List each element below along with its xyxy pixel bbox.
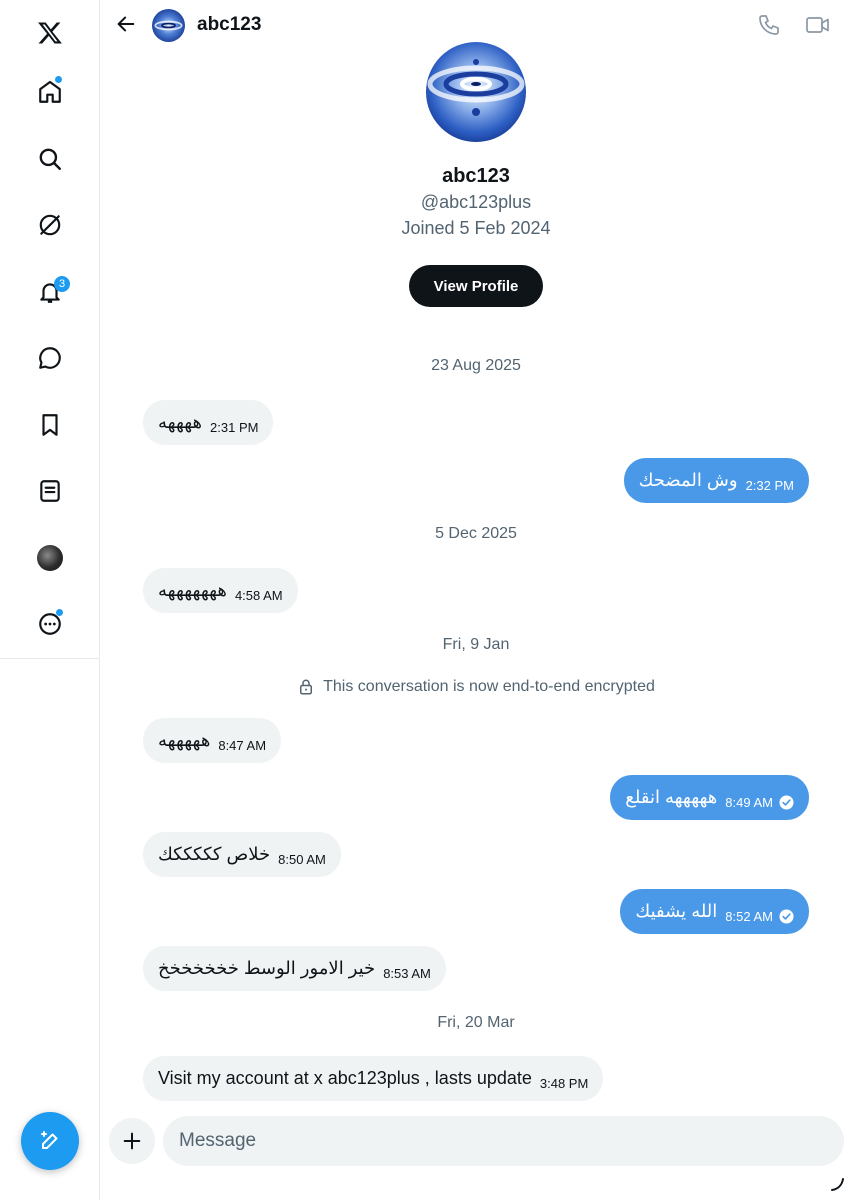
message-text: الله يشفيك (635, 901, 718, 921)
message-bubble-incoming[interactable]: هههههههه 4:58 AM (143, 568, 298, 613)
message-bubble-outgoing[interactable]: وش المضحك 2:32 PM (623, 458, 809, 503)
message-time: 8:52 AM (725, 909, 773, 924)
message-bubble-incoming[interactable]: خير الامور الوسط خخخخخخخ 8:53 AM (143, 946, 446, 991)
list-icon[interactable] (30, 471, 70, 511)
read-receipt-icon (779, 795, 794, 810)
message-text: هههههه (158, 730, 211, 750)
date-separator: Fri, 9 Jan (442, 636, 510, 653)
video-icon (806, 17, 829, 33)
message-bubble-incoming[interactable]: Visit my account at x abc123plus , lasts… (143, 1056, 604, 1101)
profile-avatar-large[interactable] (426, 42, 526, 142)
message-text: خلاص كككككك (158, 844, 271, 864)
conversation-avatar[interactable] (152, 9, 185, 42)
message-text: هههههههه (158, 580, 227, 600)
more-icon[interactable] (30, 604, 70, 644)
bell-icon[interactable]: 3 (30, 272, 70, 312)
message-text: خير الامور الوسط خخخخخخخ (158, 958, 376, 978)
date-separator: 5 Dec 2025 (435, 525, 517, 542)
video-call-button[interactable] (804, 13, 832, 39)
profile-name: abc123 (442, 165, 510, 187)
compose-button[interactable] (21, 1112, 79, 1170)
attach-button[interactable] (109, 1118, 155, 1164)
back-button[interactable] (112, 10, 140, 38)
lock-icon (300, 679, 313, 695)
message-time: 4:58 AM (234, 588, 283, 603)
profile-avatar[interactable] (30, 538, 70, 578)
profile-handle: @abc123plus (420, 192, 532, 212)
grok-icon[interactable] (30, 205, 70, 245)
x-logo-icon[interactable] (30, 13, 70, 53)
plus-icon (123, 1132, 141, 1150)
profile-joined-date: Joined 5 Feb 2024 (401, 218, 551, 238)
encryption-notice-text: This conversation is now end-to-end encr… (323, 678, 655, 695)
date-separator: 23 Aug 2025 (431, 357, 521, 374)
view-profile-button[interactable]: View Profile (409, 265, 543, 307)
message-text: Visit my account at x abc123plus , lasts… (158, 1068, 532, 1088)
compose-icon (41, 1131, 58, 1149)
bookmark-icon[interactable] (30, 405, 70, 445)
message-icon[interactable] (30, 338, 70, 378)
message-input[interactable] (163, 1116, 844, 1166)
search-icon[interactable] (30, 139, 70, 179)
arrow-left-icon (117, 16, 135, 32)
date-separator: Fri, 20 Mar (437, 1014, 515, 1031)
conversation-title[interactable]: abc123 (197, 14, 261, 36)
message-bubble-incoming[interactable]: ههههه 2:31 PM (143, 400, 274, 445)
call-button[interactable] (756, 13, 782, 39)
encryption-notice: This conversation is now end-to-end encr… (100, 678, 852, 696)
notifications-badge: 3 (54, 276, 70, 292)
message-time: 2:31 PM (210, 420, 259, 435)
message-text: ههههه (158, 412, 203, 432)
message-time: 8:47 AM (218, 738, 267, 753)
read-receipt-icon (779, 909, 794, 924)
message-bubble-outgoing[interactable]: الله يشفيك 8:52 AM (620, 889, 809, 934)
sidebar-divider (0, 658, 100, 659)
message-time: 2:32 PM (745, 478, 794, 493)
phone-icon (759, 15, 779, 35)
home-notification-dot (55, 76, 62, 83)
message-time: 3:48 PM (539, 1076, 589, 1091)
message-bubble-outgoing[interactable]: هههههه انقلع 8:49 AM (610, 775, 809, 820)
message-bubble-incoming[interactable]: هههههه 8:47 AM (143, 718, 282, 763)
sidebar: 3 (0, 0, 100, 1200)
message-bubble-incoming[interactable]: خلاص كككككك 8:50 AM (143, 832, 341, 877)
message-time: 8:53 AM (383, 966, 431, 981)
message-text: هههههه انقلع (625, 787, 718, 807)
message-time: 8:50 AM (278, 852, 326, 867)
resize-handle-icon[interactable] (830, 1176, 846, 1192)
avatar (37, 545, 63, 571)
message-time: 8:49 AM (725, 795, 773, 810)
message-text: وش المضحك (638, 470, 738, 490)
more-notification-dot (56, 609, 63, 616)
home-icon[interactable] (30, 72, 70, 112)
